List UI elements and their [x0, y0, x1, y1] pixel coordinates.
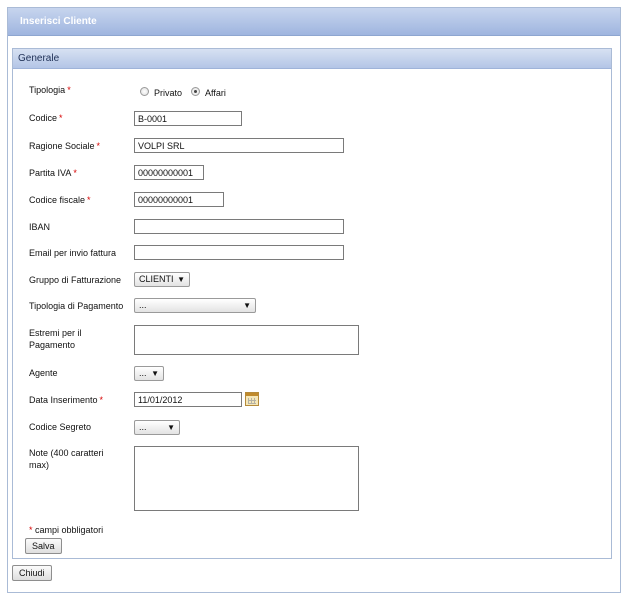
tipologia-label: Tipologia * [29, 85, 71, 95]
title-bar: Inserisci Cliente [8, 8, 620, 36]
tipologia-pagamento-select[interactable]: ... ▼ [134, 298, 256, 313]
panel-title: Generale [18, 53, 60, 64]
codice-fiscale-label: Codice fiscale * [29, 195, 91, 205]
radio-privato[interactable] [140, 87, 149, 96]
data-inserimento-label: Data Inserimento * [29, 395, 104, 405]
radio-affari-label: Affari [205, 88, 226, 98]
tipologia-pagamento-value: ... [139, 300, 147, 310]
email-fattura-input[interactable] [134, 245, 344, 260]
note-label: Note (400 caratteri max) [29, 448, 104, 470]
radio-privato-label: Privato [154, 88, 183, 98]
codice-input[interactable] [134, 111, 242, 126]
codice-segreto-select[interactable]: ... ▼ [134, 420, 180, 435]
required-fields-note: * campi obbligatori [29, 525, 104, 535]
calendar-icon[interactable] [245, 392, 259, 406]
estremi-pagamento-label: Estremi per il Pagamento [29, 328, 82, 350]
gruppo-fatturazione-select[interactable]: CLIENTI ▼ [134, 272, 190, 287]
ragione-sociale-input[interactable] [134, 138, 344, 153]
codice-segreto-label: Codice Segreto [29, 422, 92, 432]
chevron-down-icon: ▼ [177, 275, 185, 284]
note-textarea[interactable] [134, 446, 359, 511]
partita-iva-input[interactable] [134, 165, 204, 180]
panel-header: Generale [13, 49, 611, 69]
agente-select[interactable]: ... ▼ [134, 366, 164, 381]
chevron-down-icon: ▼ [167, 423, 175, 432]
agente-value: ... [139, 368, 147, 378]
tipologia-pagamento-label: Tipologia di Pagamento [29, 301, 124, 311]
estremi-pagamento-textarea[interactable] [134, 325, 359, 355]
window-title: Inserisci Cliente [20, 16, 97, 27]
radio-affari[interactable] [191, 87, 200, 96]
gruppo-fatturazione-value: CLIENTI [139, 274, 174, 284]
iban-label: IBAN [29, 222, 51, 232]
chevron-down-icon: ▼ [151, 369, 159, 378]
codice-fiscale-input[interactable] [134, 192, 224, 207]
agente-label: Agente [29, 368, 58, 378]
save-button[interactable]: Salva [25, 538, 62, 554]
codice-segreto-value: ... [139, 422, 147, 432]
data-inserimento-input[interactable] [134, 392, 242, 407]
email-fattura-label: Email per invio fattura [29, 248, 117, 258]
codice-label: Codice * [29, 113, 63, 123]
chevron-down-icon: ▼ [243, 301, 251, 310]
gruppo-fatturazione-label: Gruppo di Fatturazione [29, 275, 122, 285]
ragione-sociale-label: Ragione Sociale * [29, 141, 101, 151]
iban-input[interactable] [134, 219, 344, 234]
general-panel: Generale Tipologia * Privato Affari Codic… [12, 48, 612, 559]
partita-iva-label: Partita IVA * [29, 168, 77, 178]
dialog-window: Inserisci Cliente Generale Tipologia * Pr… [7, 7, 621, 593]
close-button[interactable]: Chiudi [12, 565, 52, 581]
